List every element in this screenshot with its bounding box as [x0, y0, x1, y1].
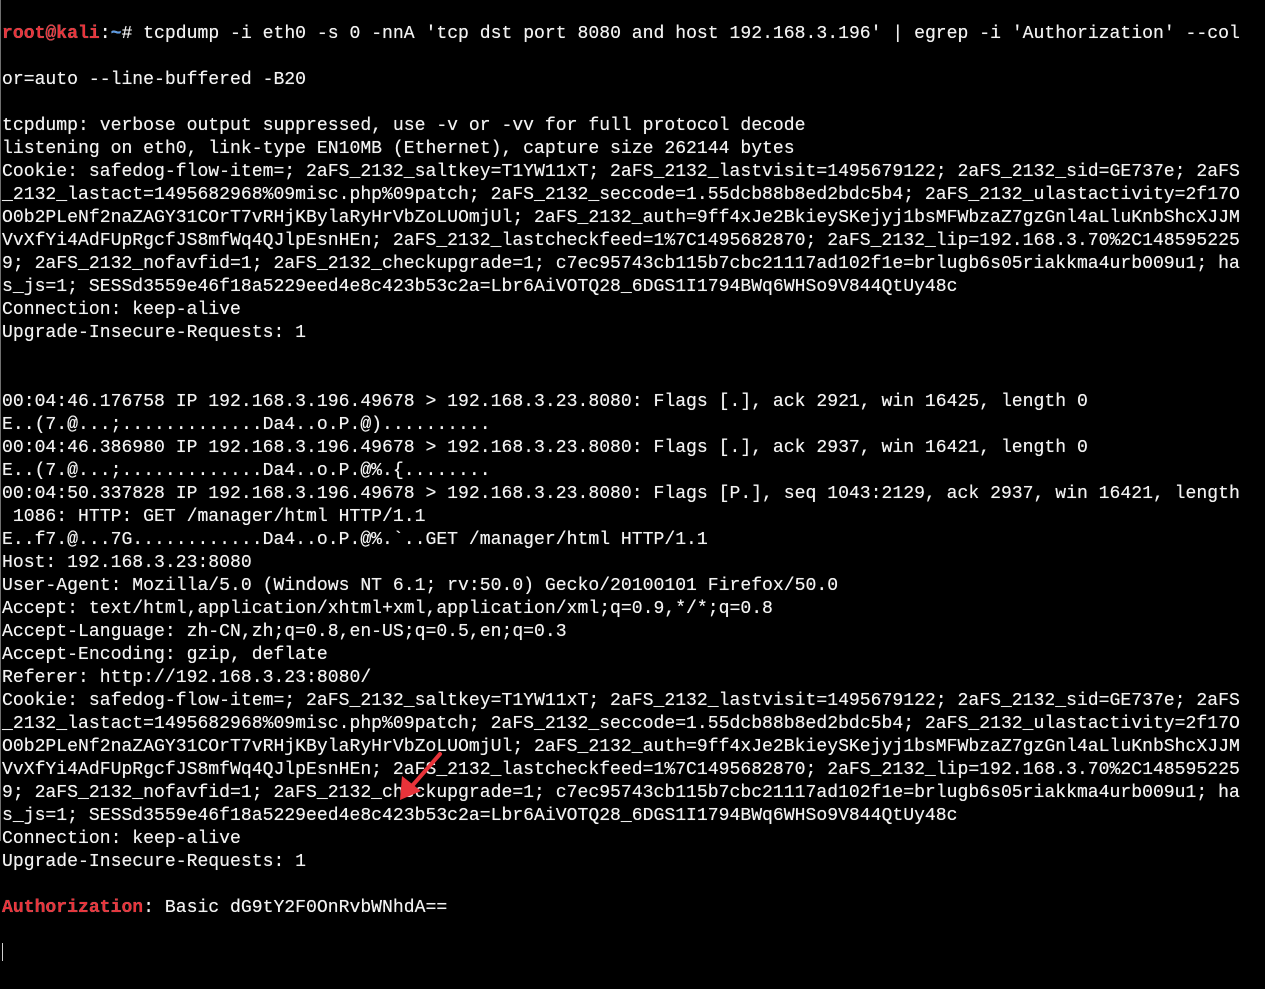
output-line: E..(7.@...;.............Da4..o.P.@).....… [2, 415, 491, 435]
output-lines: tcpdump: verbose output suppressed, use … [2, 115, 1265, 874]
output-line: O0b2PLeNf2naZAGY31COrT7vRHjKBylaRyHrVbZo… [2, 208, 1240, 228]
output-line: O0b2PLeNf2naZAGY31COrT7vRHjKBylaRyHrVbZo… [2, 737, 1240, 757]
output-line: s_js=1; SESSd3559e46f18a5229eed4e8c423b5… [2, 277, 958, 297]
cursor-line [2, 943, 1265, 966]
output-line: VvXfYi4AdFUpRgcfJS8mfWq4QJlpEsnHEn; 2aFS… [2, 760, 1240, 780]
terminal-output[interactable]: root@kali:~# tcpdump -i eth0 -s 0 -nnA '… [2, 0, 1265, 961]
prompt-user-host: root@kali [2, 24, 100, 44]
output-line: _2132_lastact=1495682968%09misc.php%09pa… [2, 714, 1240, 734]
command-line-continuation: or=auto --line-buffered -B20 [2, 70, 307, 90]
output-line: Connection: keep-alive [2, 829, 241, 849]
output-line: _2132_lastact=1495682968%09misc.php%09pa… [2, 185, 1240, 205]
text-cursor [2, 943, 3, 961]
command-line: root@kali:~# tcpdump -i eth0 -s 0 -nnA '… [2, 23, 1265, 46]
prompt-symbol: # [121, 24, 144, 44]
output-line: Accept-Language: zh-CN,zh;q=0.8,en-US;q=… [2, 622, 567, 642]
output-line: Upgrade-Insecure-Requests: 1 [2, 852, 307, 872]
command-text: tcpdump -i eth0 -s 0 -nnA 'tcp dst port … [143, 24, 1240, 44]
output-line: Upgrade-Insecure-Requests: 1 [2, 323, 307, 343]
output-line: E..f7.@...7G............Da4..o.P.@%.`..G… [2, 530, 708, 550]
output-line: Referer: http://192.168.3.23:8080/ [2, 668, 372, 688]
output-line: Connection: keep-alive [2, 300, 241, 320]
output-line: listening on eth0, link-type EN10MB (Eth… [2, 139, 795, 159]
output-line: 1086: HTTP: GET /manager/html HTTP/1.1 [2, 507, 426, 527]
output-line: tcpdump: verbose output suppressed, use … [2, 116, 806, 136]
prompt-separator: : [99, 24, 111, 44]
output-line: Accept: text/html,application/xhtml+xml,… [2, 599, 773, 619]
output-line: 00:04:50.337828 IP 192.168.3.196.49678 >… [2, 484, 1240, 504]
output-line: Cookie: safedog-flow-item=; 2aFS_2132_sa… [2, 691, 1240, 711]
prompt-path: ~ [110, 24, 122, 44]
output-line: E..(7.@...;.............Da4..o.P.@%.{...… [2, 461, 491, 481]
output-line: User-Agent: Mozilla/5.0 (Windows NT 6.1;… [2, 576, 839, 596]
authorization-value: : Basic dG9tY2F0OnRvbWNhdA== [143, 898, 448, 918]
output-line: 9; 2aFS_2132_nofavfid=1; 2aFS_2132_check… [2, 254, 1240, 274]
authorization-match-line: Authorization: Basic dG9tY2F0OnRvbWNhdA=… [2, 897, 1265, 920]
output-line: Accept-Encoding: gzip, deflate [2, 645, 328, 665]
output-line: VvXfYi4AdFUpRgcfJS8mfWq4QJlpEsnHEn; 2aFS… [2, 231, 1240, 251]
window-left-border [0, 0, 1, 841]
output-line: 9; 2aFS_2132_nofavfid=1; 2aFS_2132_check… [2, 783, 1240, 803]
output-line: Cookie: safedog-flow-item=; 2aFS_2132_sa… [2, 162, 1240, 182]
output-line: 00:04:46.386980 IP 192.168.3.196.49678 >… [2, 438, 1088, 458]
grep-highlight-keyword: Authorization [2, 898, 144, 918]
output-line: 00:04:46.176758 IP 192.168.3.196.49678 >… [2, 392, 1088, 412]
output-line: Host: 192.168.3.23:8080 [2, 553, 252, 573]
output-line: s_js=1; SESSd3559e46f18a5229eed4e8c423b5… [2, 806, 958, 826]
